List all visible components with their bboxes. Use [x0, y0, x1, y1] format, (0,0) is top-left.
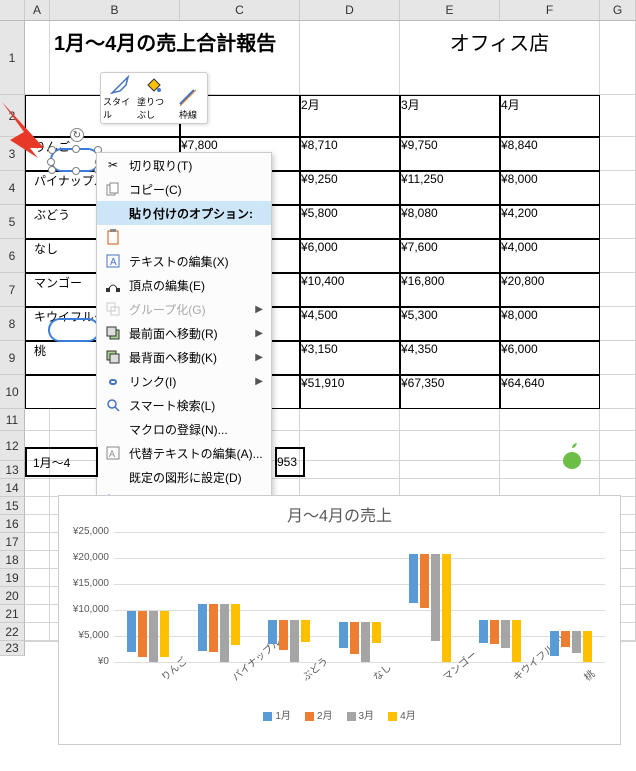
ctx-copy[interactable]: コピー(C) — [97, 177, 271, 201]
text-edit-icon: A — [103, 251, 123, 271]
ctx-edit-text[interactable]: Aテキストの編集(X) — [97, 249, 271, 273]
bring-front-icon — [103, 323, 123, 343]
mini-toolbar: スタイル 塗りつぶし 枠線 — [100, 72, 208, 124]
ctx-macro[interactable]: マクロの登録(N)... — [97, 417, 271, 441]
ctx-smart[interactable]: スマート検索(L) — [97, 393, 271, 417]
search-icon — [103, 395, 123, 415]
red-arrow-annotation — [0, 100, 50, 160]
chart[interactable]: 月～4月の売上 ¥0¥5,000¥10,000¥15,000¥20,000¥25… — [58, 495, 621, 745]
fill-button[interactable]: 塗りつぶし — [137, 75, 171, 121]
group-icon — [103, 299, 123, 319]
send-back-icon — [103, 347, 123, 367]
fill-label: 塗りつぶし — [137, 95, 171, 121]
scissors-icon: ✂ — [103, 155, 123, 175]
ctx-front[interactable]: 最前面へ移動(R)▶ — [97, 321, 271, 345]
svg-text:A: A — [110, 257, 117, 268]
rotation-handle[interactable] — [70, 128, 84, 142]
style-label: スタイル — [103, 95, 137, 121]
ctx-paste-header: 貼り付けのオプション: — [97, 201, 271, 225]
link-icon — [103, 371, 123, 391]
apple-icon — [558, 442, 586, 470]
ctx-back[interactable]: 最背面へ移動(K)▶ — [97, 345, 271, 369]
ctx-edit-points[interactable]: 頂点の編集(E) — [97, 273, 271, 297]
total-value-cell[interactable]: 953 — [275, 447, 305, 477]
chart-plot-area: ¥0¥5,000¥10,000¥15,000¥20,000¥25,000りんごパ… — [114, 532, 605, 662]
chart-title: 月～4月の売上 — [59, 496, 620, 532]
copy-icon — [103, 179, 123, 199]
chart-legend: 1月2月3月4月 — [59, 707, 620, 722]
border-button[interactable]: 枠線 — [171, 75, 205, 121]
total-row: 1月～4 953 — [25, 447, 305, 477]
clipboard-icon — [103, 227, 123, 247]
total-label-cell[interactable]: 1月～4 — [25, 447, 98, 477]
edit-points-icon — [103, 275, 123, 295]
ctx-cut[interactable]: ✂切り取り(T) — [97, 153, 271, 177]
border-label: 枠線 — [179, 108, 197, 121]
context-menu: ✂切り取り(T) コピー(C) 貼り付けのオプション: Aテキストの編集(X) … — [96, 152, 272, 538]
ctx-link[interactable]: リンク(I)▶ — [97, 369, 271, 393]
ctx-paste[interactable] — [97, 225, 271, 249]
ctx-group: グループ化(G)▶ — [97, 297, 271, 321]
style-button[interactable]: スタイル — [103, 75, 137, 121]
